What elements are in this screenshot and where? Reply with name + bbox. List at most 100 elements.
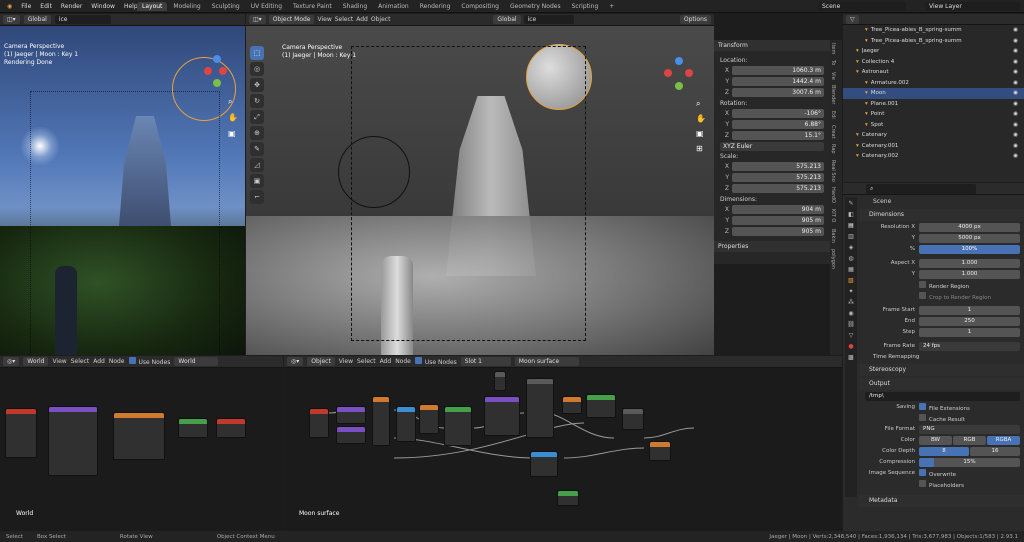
compression-slider[interactable]: 15%	[919, 457, 1020, 467]
menu-render[interactable]: Render	[57, 3, 86, 10]
rotation-z-field[interactable]: 15.1°	[732, 130, 824, 140]
scale-icon[interactable]: ⤢	[250, 110, 264, 124]
menu-add[interactable]: Add	[356, 16, 368, 23]
location-y-field[interactable]: 1442.4 m	[732, 76, 824, 86]
gizmo-y-icon[interactable]	[213, 79, 221, 87]
dim-x-row[interactable]: X 904 m	[720, 204, 824, 214]
constraints-tab-icon[interactable]: ⛓	[847, 321, 855, 328]
node-color-ramp[interactable]	[444, 406, 472, 446]
dim-x-field[interactable]: 904 m	[732, 204, 824, 214]
dimensions-panel-header[interactable]: Dimensions	[859, 209, 1024, 221]
tab-geometry-nodes[interactable]: Geometry Nodes	[505, 2, 566, 11]
visibility-eye-icon[interactable]: ◉	[1013, 132, 1018, 138]
outliner-row[interactable]: ▾ Moon ◉	[843, 88, 1024, 99]
world-node-editor[interactable]: ◎▾ World View Select Add Node Use Nodes …	[0, 356, 283, 531]
dim-y-field[interactable]: 905 m	[732, 215, 824, 225]
tab-modeling[interactable]: Modeling	[168, 2, 205, 11]
tab-texture-paint[interactable]: Texture Paint	[288, 2, 337, 11]
tab-kitops[interactable]: KIT O	[830, 206, 836, 225]
aspect-x-field[interactable]: 1.000	[919, 258, 1020, 268]
overwrite-checkbox[interactable]: Overwrite	[919, 468, 956, 478]
node-mapping[interactable]	[48, 406, 98, 476]
tab-uv-editing[interactable]: UV Editing	[246, 2, 287, 11]
tab-item[interactable]: Item	[830, 40, 836, 57]
tab-rap[interactable]: Rap	[830, 141, 836, 157]
outliner-row[interactable]: ▾ Plane.001 ◉	[843, 99, 1024, 110]
view-layer-tab-icon[interactable]: ▥	[848, 233, 854, 240]
location-x-row[interactable]: X 1060.3 m	[720, 65, 824, 75]
outliner-row[interactable]: ▾ Point ◉	[843, 109, 1024, 120]
output-panel-header[interactable]: Output	[859, 378, 1024, 390]
location-z-field[interactable]: 3007.6 m	[732, 87, 824, 97]
menu-view[interactable]: View	[317, 16, 331, 23]
scale-z-row[interactable]: Z 575.213	[720, 183, 824, 193]
rotation-y-row[interactable]: Y 6.88°	[720, 119, 824, 129]
camera-view-icon[interactable]: ▣	[696, 126, 706, 141]
visibility-eye-icon[interactable]: ◉	[1013, 90, 1018, 96]
shader-type-dropdown[interactable]: World	[23, 357, 49, 366]
scale-y-row[interactable]: Y 575.213	[720, 172, 824, 182]
world-datablock[interactable]: World	[174, 357, 219, 366]
color-rgba-button[interactable]: RGBA	[987, 435, 1020, 445]
annotate-icon[interactable]: ✎	[250, 142, 264, 156]
viewport-search-input[interactable]: ice	[54, 15, 111, 24]
properties-header[interactable]: Properties	[714, 241, 830, 252]
render-region-checkbox[interactable]: Render Region	[919, 280, 969, 290]
metadata-panel-header[interactable]: Metadata	[859, 495, 1024, 507]
tab-compositing[interactable]: Compositing	[456, 2, 504, 11]
scale-x-field[interactable]: 575.213	[732, 161, 824, 171]
options-dropdown[interactable]: Options	[679, 15, 711, 24]
output-tab-icon[interactable]: ▤	[848, 222, 854, 229]
dim-z-field[interactable]: 905 m	[732, 226, 824, 236]
location-z-row[interactable]: Z 3007.6 m	[720, 87, 824, 97]
color-rgb-button[interactable]: RGB	[953, 435, 986, 445]
node-noise[interactable]	[372, 396, 390, 446]
tab-create[interactable]: Creat	[830, 122, 836, 142]
visibility-eye-icon[interactable]: ◉	[1013, 27, 1018, 33]
rotation-x-field[interactable]: -106°	[732, 108, 824, 118]
resolution-x-field[interactable]: 4000 px	[919, 222, 1020, 232]
resolution-y-field[interactable]: 5000 px	[919, 233, 1020, 243]
stereoscopy-panel-header[interactable]: Stereoscopy	[859, 364, 1024, 376]
node-coord[interactable]	[309, 408, 329, 438]
select-box-icon[interactable]: ⬚	[250, 46, 264, 60]
main-viewport[interactable]: ◫▾ Object Mode View Select Add Object Gl…	[246, 14, 714, 355]
tab-animation[interactable]: Animation	[373, 2, 414, 11]
color-bw-button[interactable]: BW	[919, 435, 952, 445]
gizmo-x-neg-icon[interactable]	[219, 67, 227, 75]
dim-y-row[interactable]: Y 905 m	[720, 215, 824, 225]
location-x-field[interactable]: 1060.3 m	[732, 65, 824, 75]
outliner-row[interactable]: ▾ Armature.002 ◉	[843, 78, 1024, 89]
outliner-row[interactable]: ▾ Spot ◉	[843, 120, 1024, 131]
tab-tool[interactable]: To	[830, 57, 836, 68]
texture-tab-icon[interactable]: ▩	[848, 354, 854, 361]
transform-icon[interactable]: ⊕	[250, 126, 264, 140]
data-tab-icon[interactable]: ▽	[849, 332, 854, 339]
menu-add[interactable]: Add	[93, 358, 105, 365]
node-mix-shader[interactable]	[526, 378, 554, 438]
tab-view[interactable]: Vie	[830, 69, 836, 83]
navigation-gizmo[interactable]	[660, 54, 700, 99]
menu-edit[interactable]: Edit	[36, 3, 56, 10]
outliner-row[interactable]: ▾ Astronaut ◉	[843, 67, 1024, 78]
transform-header[interactable]: Transform	[714, 40, 830, 51]
frame-start-field[interactable]: 1	[919, 305, 1020, 315]
node-background[interactable]	[178, 418, 208, 438]
menu-node[interactable]: Node	[395, 358, 411, 365]
time-remap-subpanel[interactable]: Time Remapping	[859, 352, 1024, 362]
visibility-eye-icon[interactable]: ◉	[1013, 69, 1018, 75]
tab-polygon[interactable]: polygon	[830, 246, 836, 272]
pan-hand-icon[interactable]: ✋	[228, 110, 238, 126]
depth-16-button[interactable]: 16	[970, 446, 1020, 456]
aspect-y-field[interactable]: 1.000	[919, 269, 1020, 279]
node-vector-math-2[interactable]	[336, 426, 366, 444]
gizmo-z-icon[interactable]	[213, 55, 221, 63]
frame-end-field[interactable]: 250	[919, 316, 1020, 326]
node-noise-2[interactable]	[530, 451, 558, 477]
scale-x-row[interactable]: X 575.213	[720, 161, 824, 171]
node-world-output[interactable]	[216, 418, 246, 438]
menu-node[interactable]: Node	[109, 358, 125, 365]
zoom-icon[interactable]: ⌕	[696, 96, 706, 111]
pan-hand-icon[interactable]: ✋	[696, 111, 706, 126]
outliner-row[interactable]: ▾ Collection 4 ◉	[843, 57, 1024, 68]
